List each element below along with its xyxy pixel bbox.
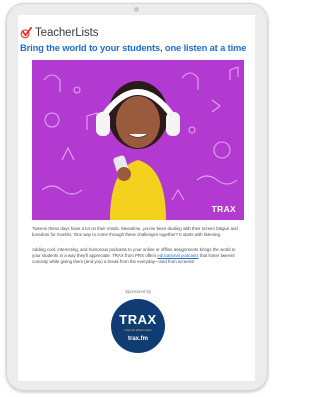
sponsor-tagline: Listen for Where's Next — [124, 329, 152, 332]
educational-podcasts-link[interactable]: educational podcasts — [157, 253, 198, 258]
hero-image[interactable]: TRAX — [32, 60, 244, 220]
page-headline: Bring the world to your students, one li… — [20, 42, 247, 53]
sponsor-logo[interactable]: TRAX Listen for Where's Next trax.fm — [111, 299, 165, 353]
body-paragraph-2: Adding cool, interesting, and humorous p… — [32, 247, 244, 265]
brand-name: TeacherLists — [35, 26, 99, 39]
apple-check-icon — [20, 26, 33, 39]
brand-header: TeacherLists — [20, 26, 98, 39]
trax-watermark: TRAX — [211, 204, 236, 214]
hero-illustration — [32, 60, 244, 220]
camera-dot — [134, 7, 139, 12]
sponsor-url: trax.fm — [127, 336, 148, 342]
body-paragraph-1: Tweens these days have a lot on their mi… — [32, 226, 238, 238]
sponsor-title: TRAX — [119, 312, 157, 327]
sponsor-label: Sponsored by — [125, 289, 151, 294]
